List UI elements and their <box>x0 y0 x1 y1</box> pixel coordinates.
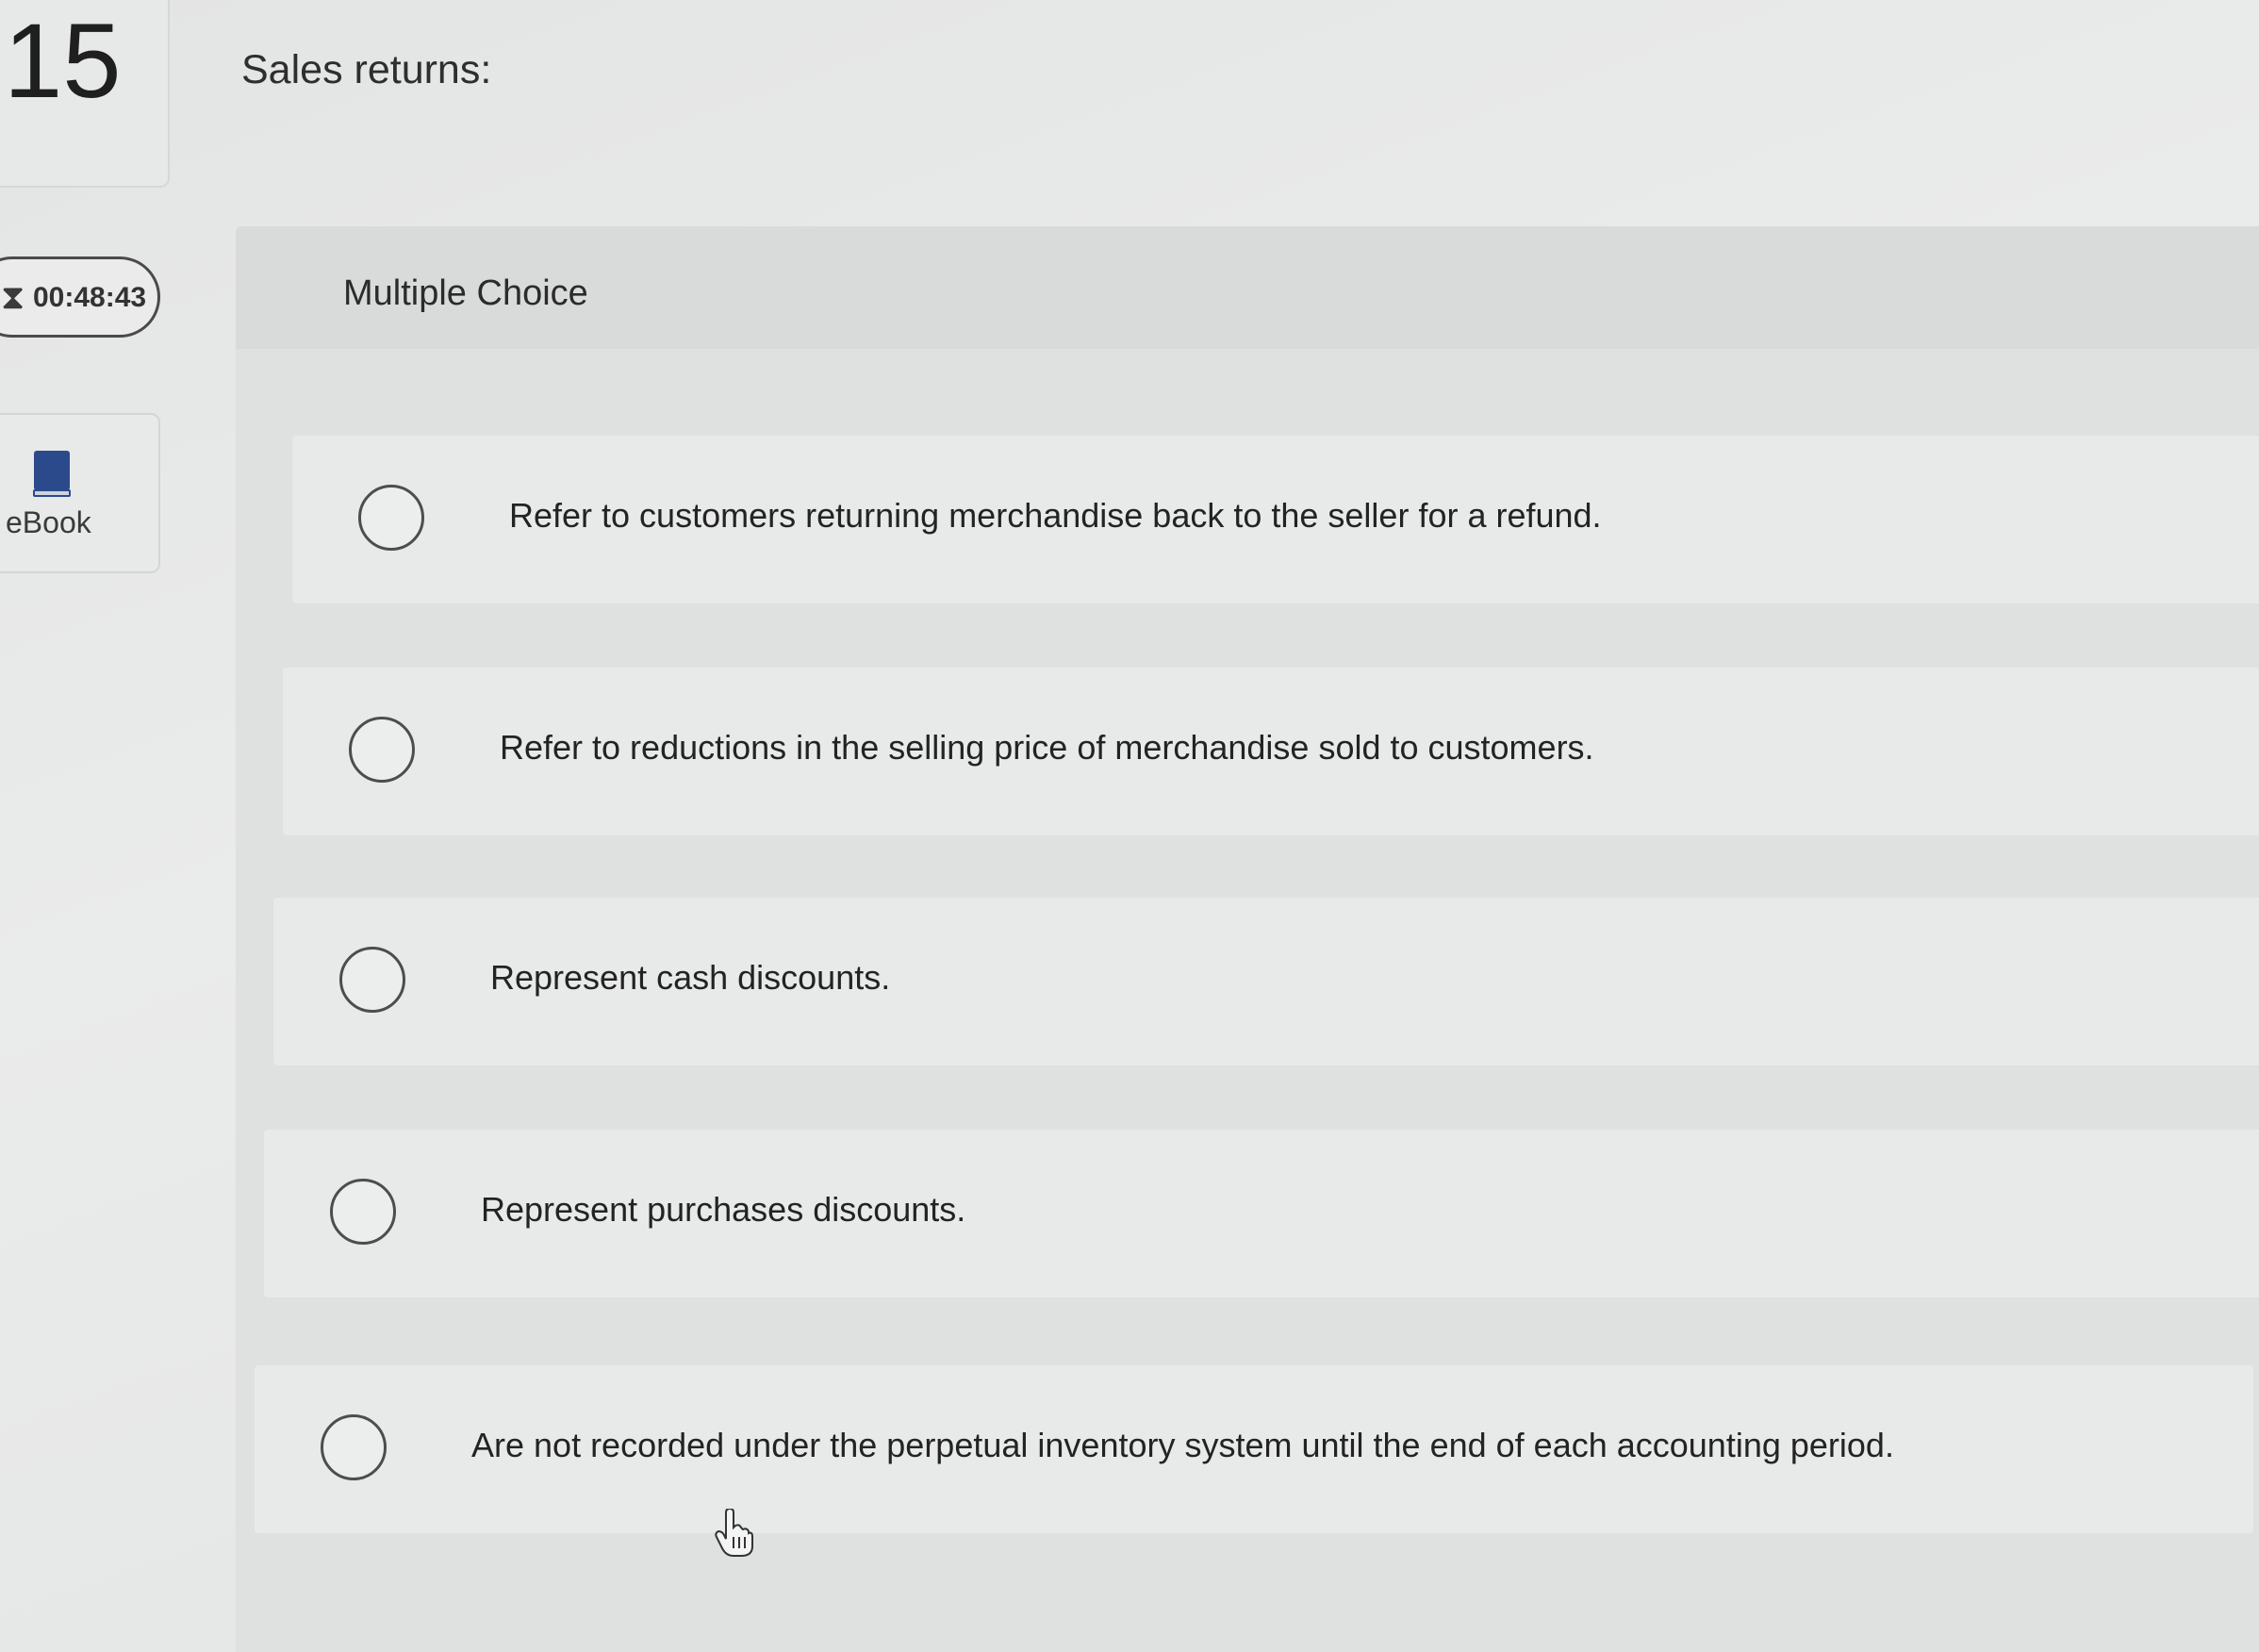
answer-option[interactable]: Represent purchases discounts. <box>264 1130 2259 1297</box>
ebook-label: eBook <box>6 505 91 539</box>
answer-option[interactable]: Are not recorded under the perpetual inv… <box>255 1365 2253 1533</box>
question-number: 15 <box>4 2 122 120</box>
question-prompt: Sales returns: <box>241 47 492 92</box>
answer-option-label: Represent purchases discounts. <box>481 1190 966 1229</box>
ebook-button[interactable]: eBook <box>0 413 160 573</box>
answer-option[interactable]: Represent cash discounts. <box>273 898 2259 1066</box>
book-icon <box>33 451 71 497</box>
radio-button[interactable] <box>358 485 424 551</box>
question-number-box: 15 <box>0 0 170 188</box>
answer-option-label: Are not recorded under the perpetual inv… <box>471 1426 1894 1464</box>
timer-button[interactable]: ⧗ 00:48:43 <box>0 256 160 338</box>
timer-value: 00:48:43 <box>33 282 147 313</box>
left-rail: 15 ⧗ 00:48:43 eBook <box>0 0 189 1652</box>
radio-button[interactable] <box>330 1179 396 1245</box>
answer-panel: Multiple Choice Refer to customers retur… <box>236 226 2259 1652</box>
answer-option-label: Refer to reductions in the selling price… <box>500 728 1594 767</box>
answer-option-label: Refer to customers returning merchandise… <box>509 496 1602 535</box>
hourglass-icon: ⧗ <box>1 277 25 316</box>
quiz-page: 15 ⧗ 00:48:43 eBook Sales returns: Multi… <box>0 0 2259 1652</box>
radio-button[interactable] <box>349 717 415 783</box>
question-type-label: Multiple Choice <box>343 273 588 313</box>
question-type-header: Multiple Choice <box>236 226 2259 349</box>
radio-button[interactable] <box>321 1414 387 1480</box>
answer-option[interactable]: Refer to customers returning merchandise… <box>292 436 2259 603</box>
answer-option-label: Represent cash discounts. <box>490 958 891 997</box>
answer-option[interactable]: Refer to reductions in the selling price… <box>283 668 2259 835</box>
radio-button[interactable] <box>339 947 405 1013</box>
hand-cursor-icon <box>715 1509 753 1557</box>
